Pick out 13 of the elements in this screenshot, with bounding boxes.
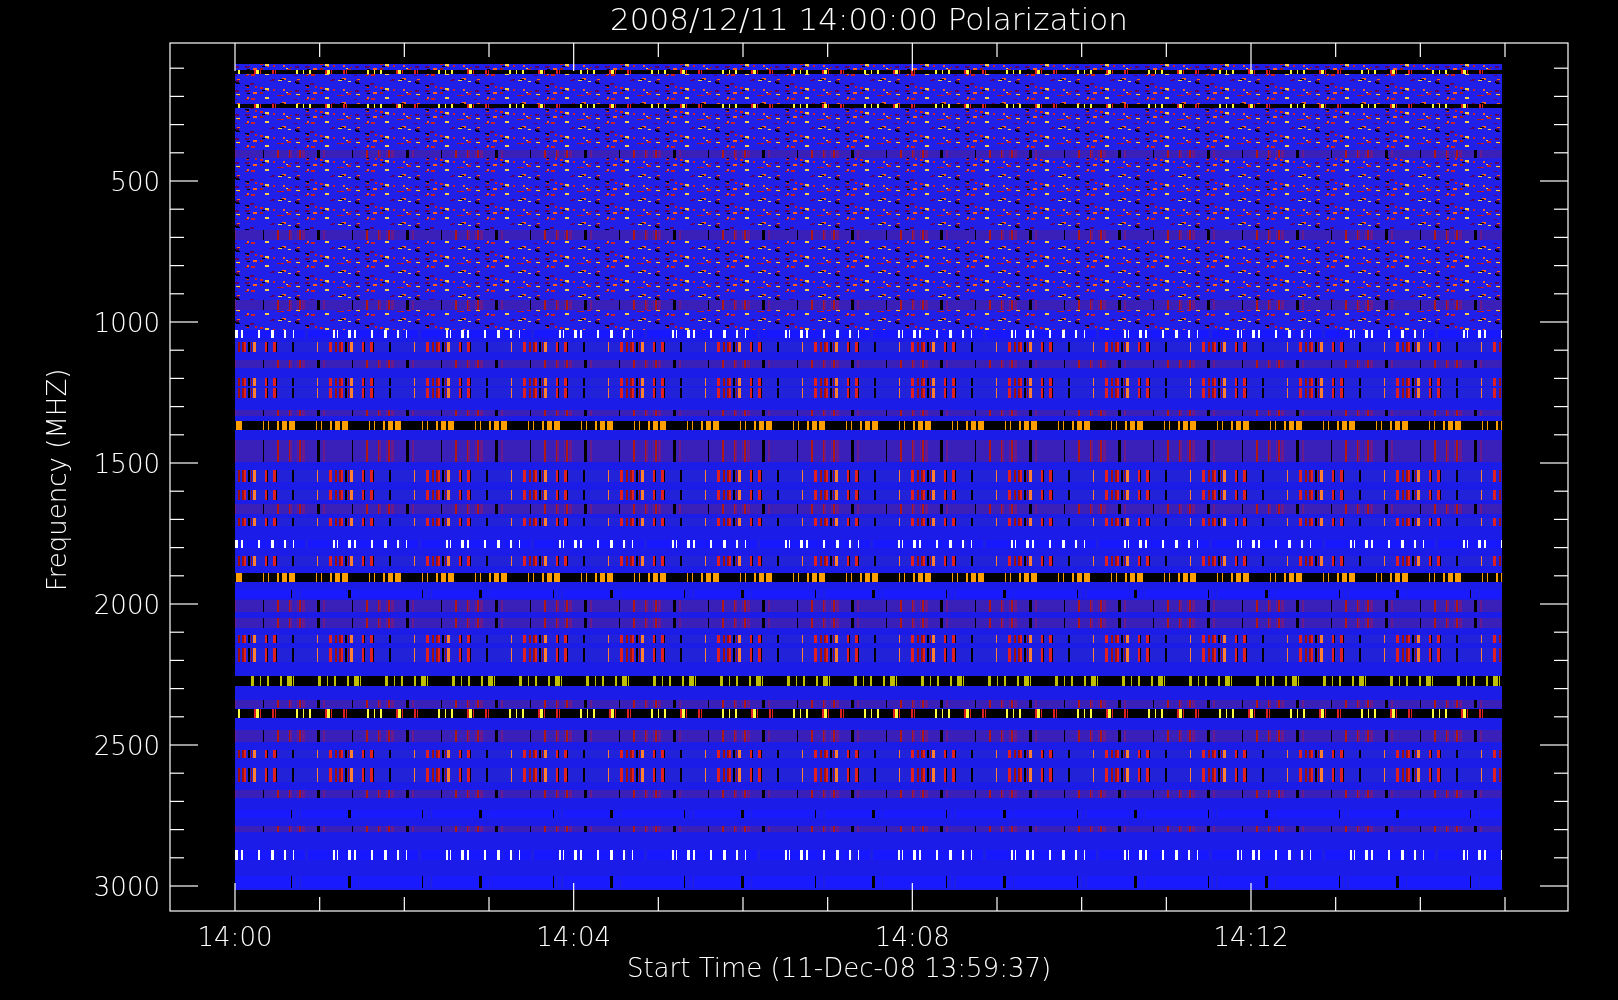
y-tick-label: 2000 — [93, 590, 160, 620]
x-axis-label: Start Time (11-Dec-08 13:59:37) — [626, 953, 1052, 983]
y-axis-label: Frequency (MHZ) — [42, 368, 72, 592]
y-tick-label: 500 — [110, 167, 160, 197]
x-tick-label: 14:08 — [874, 922, 950, 952]
x-tick-label: 14:00 — [197, 922, 273, 952]
chart-title: 2008/12/11 14:00:00 Polarization — [610, 1, 1128, 37]
y-tick-label: 2500 — [93, 731, 160, 761]
y-tick-label: 1500 — [93, 449, 160, 479]
y-tick-label: 1000 — [93, 308, 160, 338]
y-tick-label: 3000 — [93, 872, 160, 902]
x-tick-label: 14:12 — [1213, 922, 1289, 952]
x-tick-label: 14:04 — [536, 922, 612, 952]
